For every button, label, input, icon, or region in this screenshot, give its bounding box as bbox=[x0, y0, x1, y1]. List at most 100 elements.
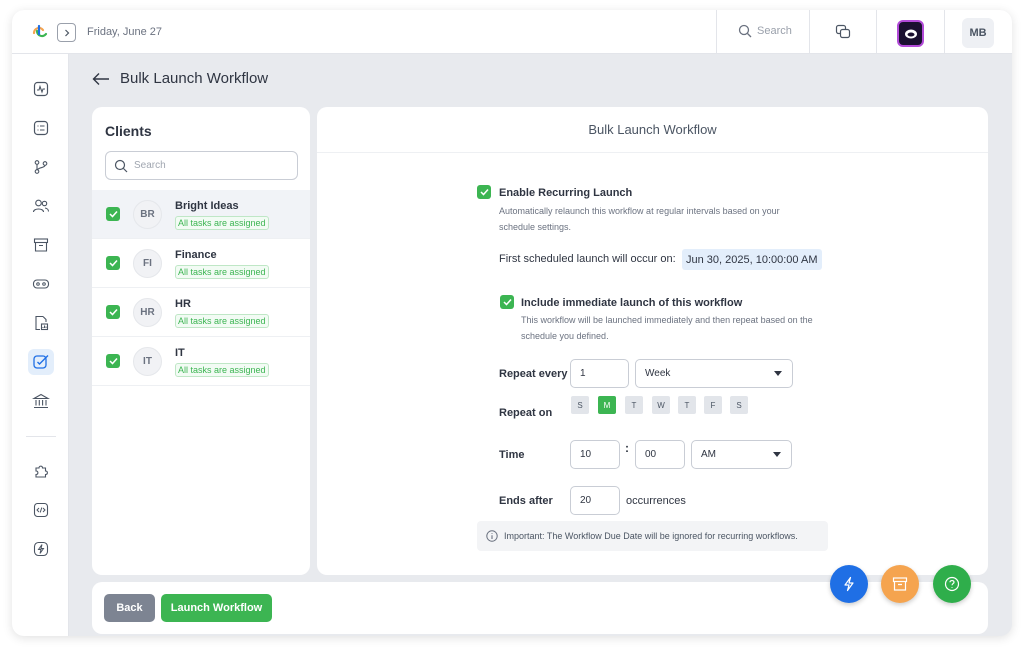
edit-checklist-icon[interactable] bbox=[28, 349, 54, 375]
repeat-every-label: Repeat every bbox=[499, 368, 568, 380]
ends-after-input[interactable]: 20 bbox=[570, 486, 620, 515]
expand-sidebar-button[interactable] bbox=[57, 23, 76, 42]
clients-title: Clients bbox=[105, 123, 152, 139]
time-separator: : bbox=[625, 441, 629, 455]
client-row[interactable]: BR Bright Ideas All tasks are assigned bbox=[92, 190, 310, 239]
client-name: IT bbox=[175, 347, 185, 359]
workflow-settings-panel: Bulk Launch Workflow Enable Recurring La… bbox=[317, 107, 988, 575]
client-checkbox[interactable] bbox=[106, 256, 120, 270]
important-note: Important: The Workflow Due Date will be… bbox=[477, 521, 828, 551]
search-icon bbox=[738, 24, 752, 38]
enable-recurring-label: Enable Recurring Launch bbox=[499, 187, 633, 199]
checkmark-icon bbox=[479, 188, 489, 196]
panel-title: Bulk Launch Workflow bbox=[317, 107, 988, 153]
divider bbox=[944, 10, 945, 54]
day-toggle-monday[interactable]: M bbox=[598, 396, 616, 414]
global-search-label: Search bbox=[757, 25, 792, 37]
archive-button[interactable] bbox=[881, 565, 919, 603]
immediate-launch-checkbox[interactable] bbox=[500, 295, 514, 309]
day-toggle-friday[interactable]: F bbox=[704, 396, 722, 414]
vr-headset-icon[interactable] bbox=[28, 271, 54, 297]
caret-down-icon bbox=[774, 371, 782, 376]
back-arrow-icon[interactable] bbox=[92, 72, 110, 86]
client-name: HR bbox=[175, 298, 191, 310]
client-search-box bbox=[105, 151, 298, 180]
clients-panel: Clients BR Bright Ideas All tasks are as… bbox=[92, 107, 310, 575]
repeat-on-label: Repeat on bbox=[499, 407, 553, 419]
bank-icon[interactable] bbox=[28, 388, 54, 414]
client-avatar: IT bbox=[133, 347, 162, 376]
question-icon bbox=[944, 576, 960, 592]
client-row[interactable]: IT IT All tasks are assigned bbox=[92, 337, 310, 386]
client-row[interactable]: FI Finance All tasks are assigned bbox=[92, 239, 310, 288]
divider bbox=[809, 10, 810, 54]
repeat-unit-select[interactable]: Week bbox=[635, 359, 793, 388]
repeat-unit-value: Week bbox=[645, 368, 671, 379]
checkmark-icon bbox=[502, 298, 512, 306]
day-toggle-wednesday[interactable]: W bbox=[652, 396, 670, 414]
user-avatar[interactable]: MB bbox=[962, 18, 994, 48]
checkmark-icon bbox=[108, 357, 118, 365]
chat-icon[interactable] bbox=[835, 24, 851, 43]
lightning-badge-icon[interactable] bbox=[28, 536, 54, 562]
page-header: Bulk Launch Workflow bbox=[92, 70, 268, 87]
client-avatar: BR bbox=[133, 200, 162, 229]
sidebar-divider bbox=[26, 436, 56, 437]
description-line: schedule settings. bbox=[499, 222, 572, 232]
caret-down-icon bbox=[773, 452, 781, 457]
day-toggle-saturday[interactable]: S bbox=[730, 396, 748, 414]
task-list-icon[interactable] bbox=[28, 115, 54, 141]
help-button[interactable] bbox=[933, 565, 971, 603]
client-status-badge: All tasks are assigned bbox=[175, 363, 269, 377]
global-search-button[interactable]: Search bbox=[738, 24, 792, 38]
app-logo-icon[interactable] bbox=[30, 22, 50, 42]
day-toggle-tuesday[interactable]: T bbox=[625, 396, 643, 414]
description-line: schedule you defined. bbox=[521, 331, 609, 341]
enable-recurring-description: Automatically relaunch this workflow at … bbox=[499, 203, 780, 235]
activity-icon[interactable] bbox=[28, 76, 54, 102]
checkmark-icon bbox=[108, 308, 118, 316]
immediate-launch-description: This workflow will be launched immediate… bbox=[521, 312, 813, 344]
launch-workflow-button[interactable]: Launch Workflow bbox=[161, 594, 272, 622]
document-chart-icon[interactable] bbox=[28, 310, 54, 336]
client-search-input[interactable] bbox=[134, 160, 284, 171]
immediate-launch-label: Include immediate launch of this workflo… bbox=[521, 297, 743, 309]
occurrences-label: occurrences bbox=[626, 495, 686, 507]
divider bbox=[716, 10, 717, 54]
lightning-icon bbox=[844, 576, 854, 592]
checkmark-icon bbox=[108, 259, 118, 267]
client-row[interactable]: HR HR All tasks are assigned bbox=[92, 288, 310, 337]
time-minute-input[interactable]: 00 bbox=[635, 440, 685, 469]
client-checkbox[interactable] bbox=[106, 207, 120, 221]
time-label: Time bbox=[499, 449, 525, 461]
chevron-right-icon bbox=[64, 29, 69, 36]
code-icon[interactable] bbox=[28, 497, 54, 523]
enable-recurring-checkbox[interactable] bbox=[477, 185, 491, 199]
time-period-value: AM bbox=[701, 449, 716, 460]
current-date: Friday, June 27 bbox=[87, 26, 163, 38]
time-period-select[interactable]: AM bbox=[691, 440, 792, 469]
client-status-badge: All tasks are assigned bbox=[175, 314, 269, 328]
day-toggle-thursday[interactable]: T bbox=[678, 396, 696, 414]
search-icon bbox=[114, 159, 128, 172]
quick-actions-button[interactable] bbox=[830, 565, 868, 603]
client-avatar: HR bbox=[133, 298, 162, 327]
description-line: This workflow will be launched immediate… bbox=[521, 315, 813, 325]
ai-assistant-icon[interactable] bbox=[897, 20, 924, 47]
page-title: Bulk Launch Workflow bbox=[120, 70, 269, 87]
repeat-interval-input[interactable]: 1 bbox=[570, 359, 629, 388]
top-bar: Friday, June 27 Search MB bbox=[12, 10, 1012, 54]
client-checkbox[interactable] bbox=[106, 305, 120, 319]
workflow-branch-icon[interactable] bbox=[28, 154, 54, 180]
ends-after-label: Ends after bbox=[499, 495, 553, 507]
client-name: Finance bbox=[175, 249, 217, 261]
day-toggle-sunday[interactable]: S bbox=[571, 396, 589, 414]
archive-icon[interactable] bbox=[28, 232, 54, 258]
time-hour-input[interactable]: 10 bbox=[570, 440, 620, 469]
first-launch-label: First scheduled launch will occur on: bbox=[499, 253, 676, 265]
users-icon[interactable] bbox=[28, 193, 54, 219]
important-note-text: Important: The Workflow Due Date will be… bbox=[504, 531, 798, 541]
puzzle-icon[interactable] bbox=[28, 458, 54, 484]
back-button[interactable]: Back bbox=[104, 594, 155, 622]
client-checkbox[interactable] bbox=[106, 354, 120, 368]
